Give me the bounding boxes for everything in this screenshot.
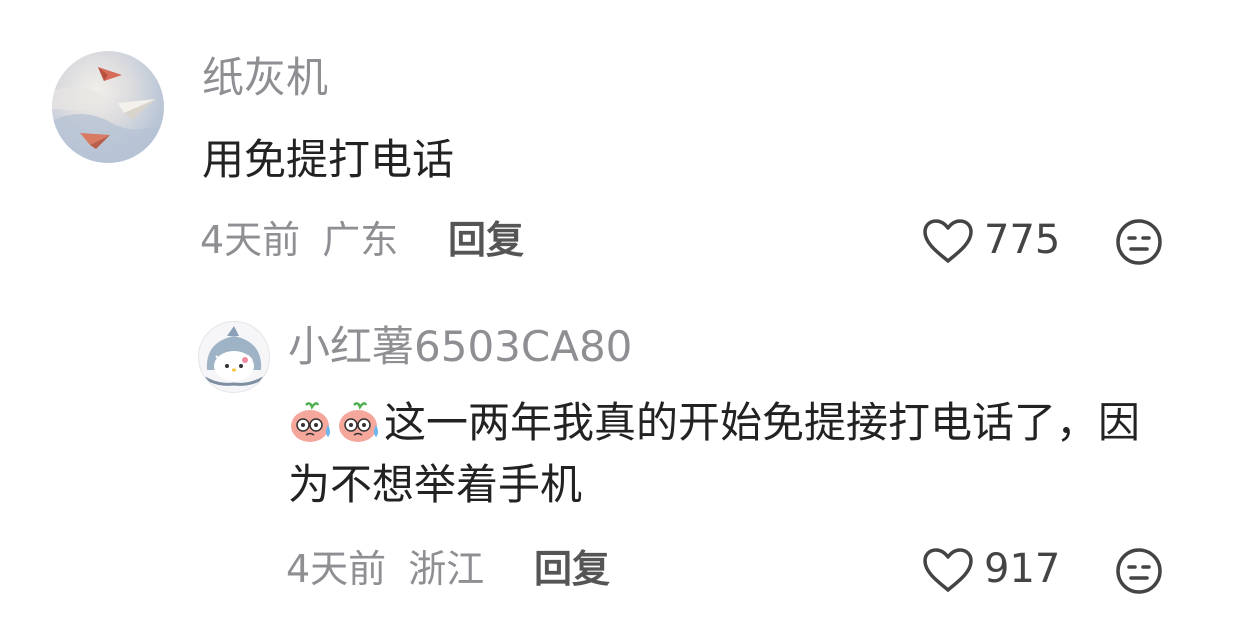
reply-meta: 4天前 浙江 [286, 550, 484, 588]
reply-time: 4天前 [286, 547, 387, 591]
reply-text: 这一两年我真的开始免提接打电话了，因为不想举着手机 [288, 398, 1141, 509]
heart-icon[interactable] [922, 547, 974, 593]
reply-to-reply-button[interactable]: 回复 [534, 550, 610, 588]
comment-meta: 4天前 广东 [200, 221, 398, 259]
user-avatar[interactable] [52, 51, 164, 163]
reply-text-block: 这一两年我真的开始免提接打电话了，因为不想举着手机 [288, 392, 1148, 516]
like-count: 775 [984, 217, 1061, 263]
sweat-peach-emoji-icon [291, 402, 330, 442]
sweat-peach-emoji-icon [339, 402, 378, 442]
dislike-face-icon[interactable] [1115, 218, 1163, 266]
shark-kitty-icon [204, 326, 264, 386]
comment-location: 广东 [322, 218, 399, 262]
comment-username[interactable]: 纸灰机 [202, 57, 328, 99]
reply-location: 浙江 [408, 547, 485, 591]
paper-plane-icon [52, 67, 164, 163]
dislike-face-icon[interactable] [1115, 547, 1163, 595]
comment-text: 用免提打电话 [202, 135, 455, 184]
reply-username[interactable]: 小红薯6503CA80 [288, 326, 632, 368]
reply-button[interactable]: 回复 [448, 221, 524, 259]
comment-thread: 纸灰机 用免提打电话 4天前 广东 回复 775 小红薯6503CA80 这一两… [0, 0, 1239, 626]
reply-like-count: 917 [984, 546, 1061, 592]
reply-user-avatar[interactable] [198, 321, 270, 393]
heart-icon[interactable] [922, 218, 974, 264]
comment-time: 4天前 [200, 218, 301, 262]
